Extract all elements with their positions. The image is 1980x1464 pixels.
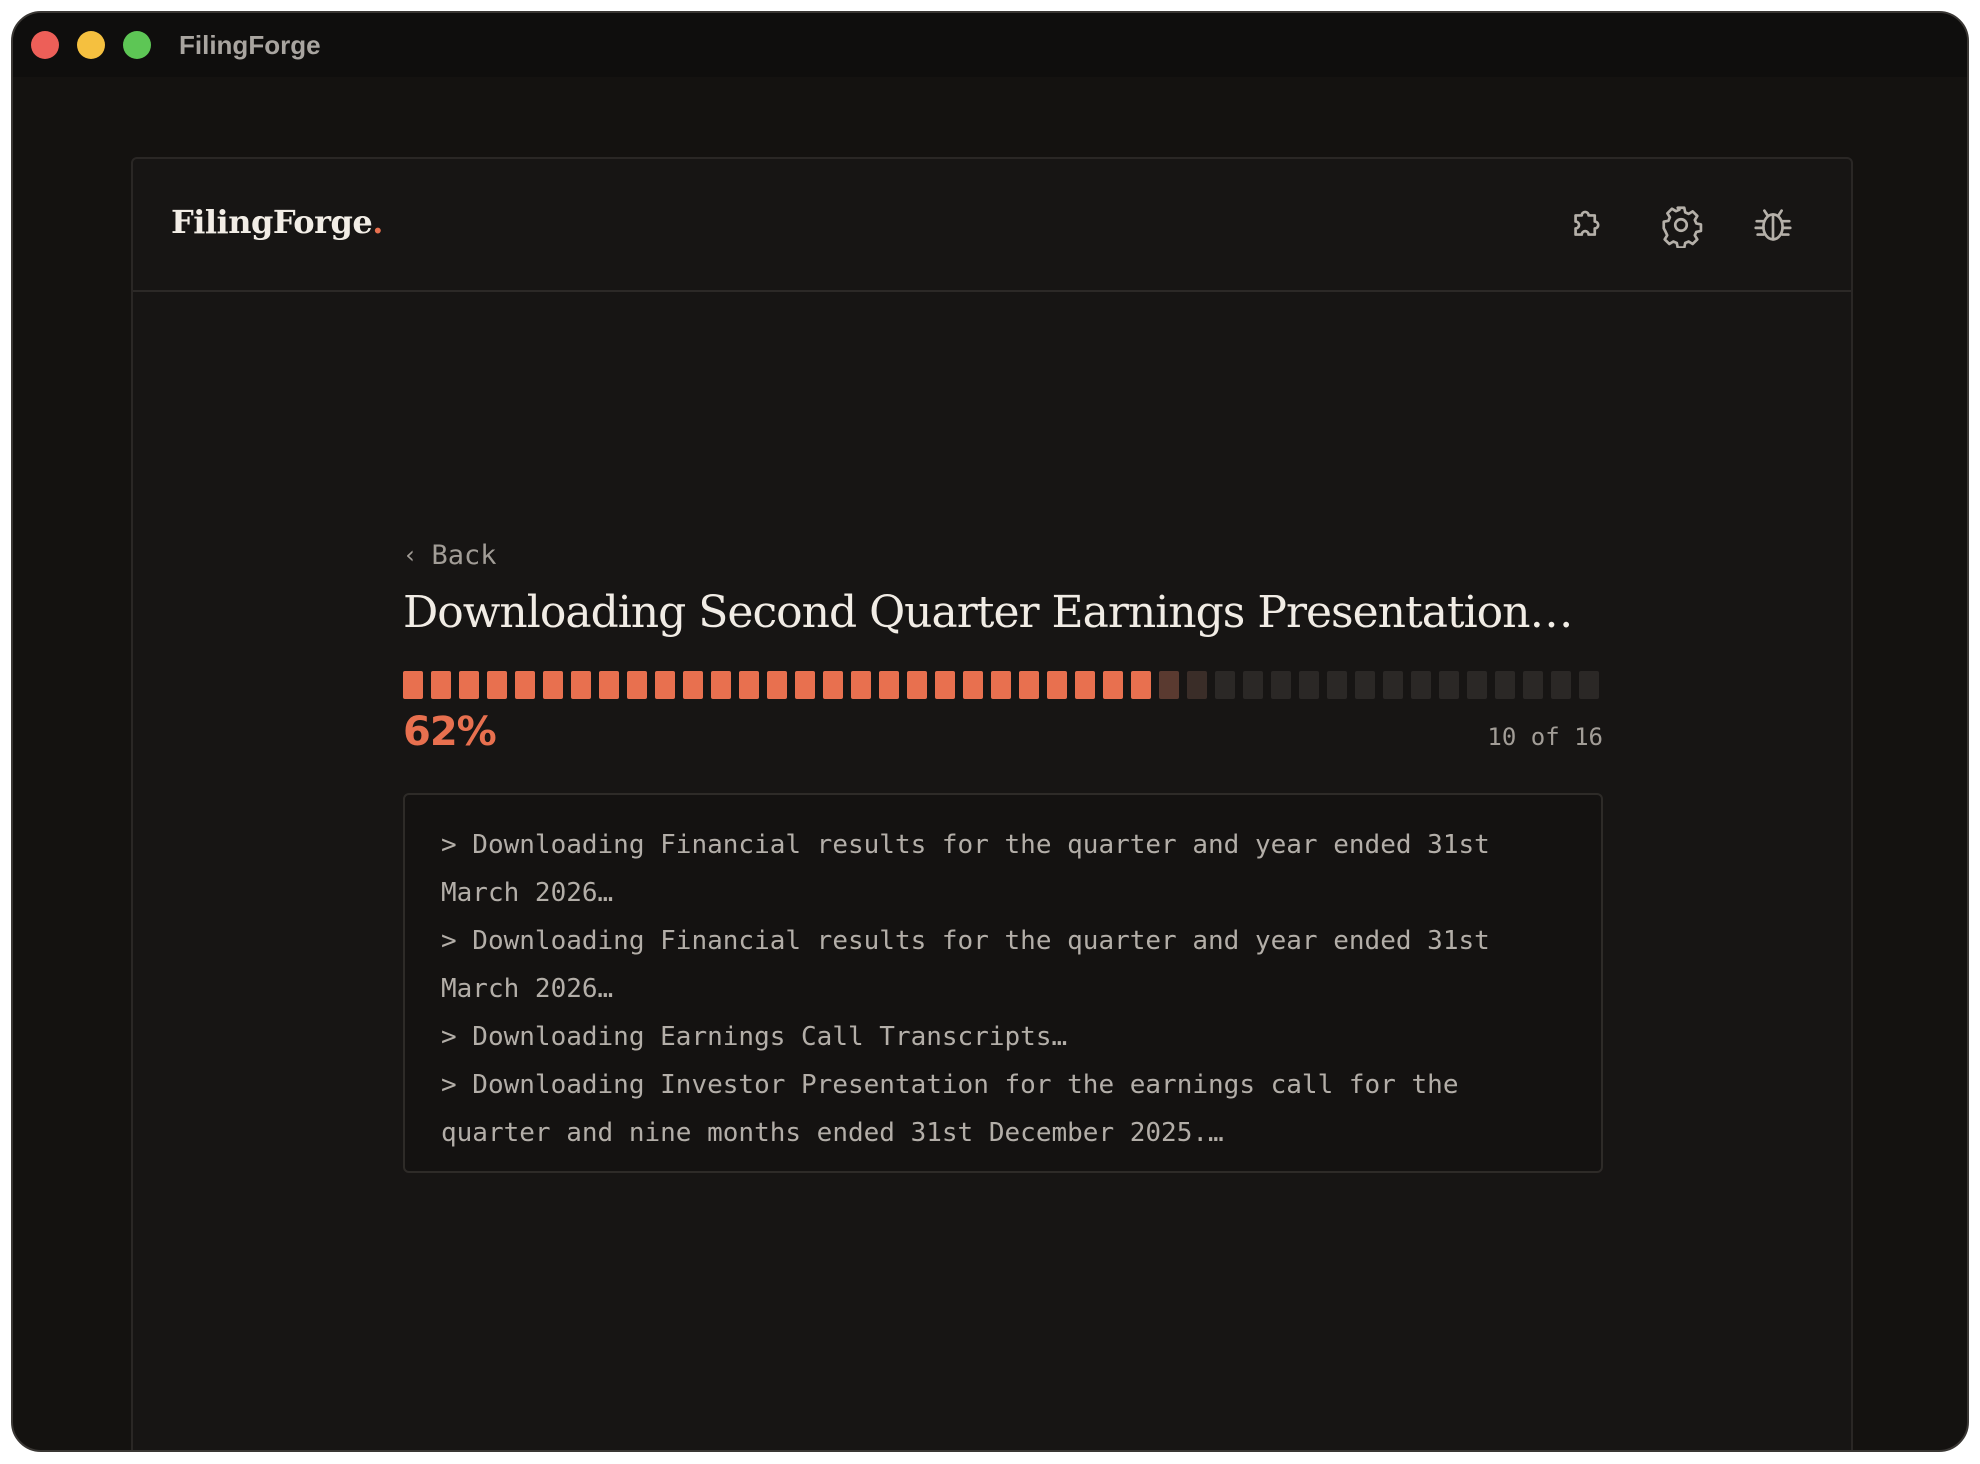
app-window: FilingForge FilingForge. ‹ Back Download… xyxy=(11,11,1969,1452)
progress-segment xyxy=(515,671,535,699)
brand-name: FilingForge xyxy=(171,203,373,241)
page-title: Downloading Second Quarter Earnings Pres… xyxy=(403,587,1574,638)
progress-segment xyxy=(823,671,843,699)
progress-segment xyxy=(711,671,731,699)
brand-logo: FilingForge. xyxy=(171,203,383,241)
progress-bar xyxy=(403,671,1603,699)
progress-segment xyxy=(1271,671,1291,699)
gear-icon xyxy=(1662,206,1703,248)
zoom-window-button[interactable] xyxy=(123,31,151,59)
back-label: Back xyxy=(431,539,497,571)
bug-icon xyxy=(1754,209,1792,241)
progress-segment xyxy=(795,671,815,699)
app-frame: FilingForge. ‹ Back Downloading Second Q… xyxy=(131,157,1853,1450)
minimize-window-button[interactable] xyxy=(77,31,105,59)
progress-segment xyxy=(487,671,507,699)
progress-segment xyxy=(767,671,787,699)
download-panel: ‹ Back Downloading Second Quarter Earnin… xyxy=(403,537,1603,1173)
chevron-left-icon: ‹ xyxy=(403,541,418,569)
progress-segment xyxy=(879,671,899,699)
header-toolbar xyxy=(1565,201,1797,249)
progress-percent: 62% xyxy=(403,709,497,755)
progress-segment xyxy=(1467,671,1487,699)
progress-segment xyxy=(571,671,591,699)
log-line: > Downloading Investor Presentation for … xyxy=(441,1070,1459,1148)
progress-segment xyxy=(1579,671,1599,699)
progress-segment xyxy=(543,671,563,699)
progress-segment xyxy=(627,671,647,699)
progress-segment xyxy=(963,671,983,699)
back-button[interactable]: ‹ Back xyxy=(403,537,1603,573)
progress-segment xyxy=(1075,671,1095,699)
progress-count: 10 of 16 xyxy=(1487,723,1603,751)
progress-segment xyxy=(991,671,1011,699)
brand-dot: . xyxy=(372,203,383,241)
progress-segment xyxy=(1523,671,1543,699)
log-line: > Downloading Financial results for the … xyxy=(441,830,1490,908)
progress-segment xyxy=(1299,671,1319,699)
title-bar: FilingForge xyxy=(13,13,1967,77)
progress-segment xyxy=(431,671,451,699)
debug-button[interactable] xyxy=(1749,201,1797,249)
app-header: FilingForge. xyxy=(133,159,1851,292)
progress-segment xyxy=(1495,671,1515,699)
progress-segment xyxy=(459,671,479,699)
progress-segment xyxy=(1187,671,1207,699)
progress-meta: 62% 10 of 16 xyxy=(403,705,1603,755)
download-log: > Downloading Financial results for the … xyxy=(403,793,1603,1173)
extensions-button[interactable] xyxy=(1565,201,1613,249)
progress-segment xyxy=(739,671,759,699)
log-line: > Downloading Financial results for the … xyxy=(441,926,1490,1004)
progress-segment xyxy=(851,671,871,699)
progress-segment xyxy=(1327,671,1347,699)
progress-segment xyxy=(1383,671,1403,699)
progress-segment xyxy=(1019,671,1039,699)
progress-segment xyxy=(1159,671,1179,699)
progress-segment xyxy=(1047,671,1067,699)
progress-segment xyxy=(655,671,675,699)
progress-segment xyxy=(1103,671,1123,699)
progress-segment xyxy=(403,671,423,699)
progress-segment xyxy=(1551,671,1571,699)
window-title: FilingForge xyxy=(179,30,321,60)
progress-segment xyxy=(1355,671,1375,699)
progress-segment xyxy=(683,671,703,699)
close-window-button[interactable] xyxy=(31,31,59,59)
progress-segment xyxy=(1215,671,1235,699)
progress-segment xyxy=(907,671,927,699)
progress-segment xyxy=(1439,671,1459,699)
progress-segment xyxy=(1131,671,1151,699)
log-line: > Downloading Earnings Call Transcripts… xyxy=(441,1022,1068,1052)
settings-button[interactable] xyxy=(1657,201,1705,249)
progress-segment xyxy=(1411,671,1431,699)
progress-segment xyxy=(599,671,619,699)
progress-segment xyxy=(1243,671,1263,699)
progress-segment xyxy=(935,671,955,699)
puzzle-icon xyxy=(1574,210,1600,236)
